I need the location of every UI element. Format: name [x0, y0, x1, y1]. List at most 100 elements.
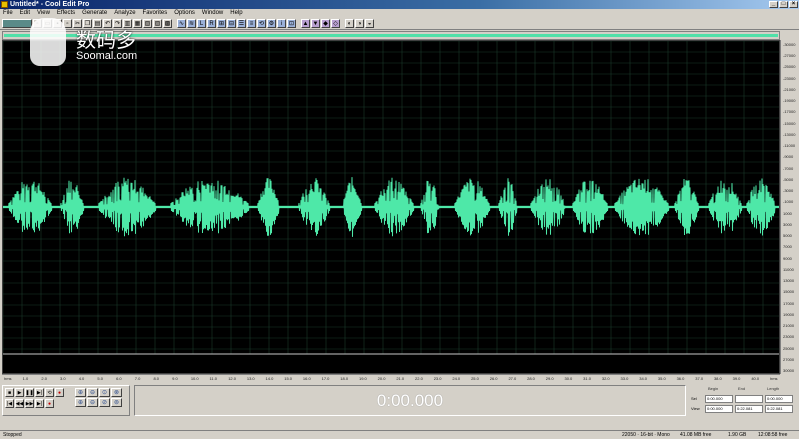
zoom-in-horizontal-icon[interactable]: ⊕ [75, 388, 86, 397]
minimize-button[interactable]: _ [769, 1, 778, 8]
normalize-icon[interactable]: ▼ [311, 19, 320, 28]
amplitude-label: -30000 [783, 42, 796, 47]
app-icon[interactable] [1, 1, 8, 8]
menu-edit[interactable]: Edit [20, 9, 30, 18]
record-icon[interactable]: ● [55, 388, 64, 397]
zoom-selection-icon[interactable]: ⊗ [111, 388, 122, 397]
selection-view-panel: Begin End Length Sel 0:00.000 0:00.000 V… [690, 385, 797, 416]
fast-forward-icon[interactable]: ▶▶ [25, 399, 34, 408]
go-to-start-icon[interactable]: |◀ [5, 399, 14, 408]
time-tick-label: 12.0 [228, 376, 236, 381]
menu-analyze[interactable]: Analyze [114, 9, 135, 18]
amplitude-label: 15000 [783, 289, 795, 295]
menu-file[interactable]: File [3, 9, 13, 18]
maximize-button[interactable]: □ [779, 1, 788, 8]
amplitude-label: 5000 [783, 233, 792, 239]
title-bar[interactable]: Untitled* - Cool Edit Pro _ □ × [0, 0, 799, 9]
zoom-right-icon[interactable]: ⊚ [111, 398, 122, 407]
settings-icon[interactable]: ⚙ [267, 19, 276, 28]
zoom-full-icon[interactable]: ⊙ [99, 388, 110, 397]
frequency-icon[interactable]: ⊡ [287, 19, 296, 28]
time-tick-label: 16.0 [302, 376, 311, 381]
channel-left-icon[interactable]: L [197, 19, 206, 28]
time-tick-label: 27.0 [508, 376, 517, 381]
view-length-field[interactable]: 0:22.081 [765, 405, 793, 413]
waveform-display[interactable] [2, 40, 780, 374]
amplitude-label: 11000 [783, 266, 794, 272]
time-tick-label: 17.0 [321, 376, 330, 381]
time-tick-label: 20.0 [377, 376, 386, 381]
zoom-in-vertical-icon[interactable]: ⊕ [75, 398, 86, 407]
amplitude-label: 1000 [783, 210, 792, 216]
view-end-field[interactable]: 0:22.081 [735, 405, 763, 413]
amplify-icon[interactable]: ▲ [301, 19, 310, 28]
end-header: End [738, 386, 746, 391]
stop-icon[interactable]: ■ [5, 388, 14, 397]
play-icon[interactable]: ▶ [15, 388, 24, 397]
waveform-canvas[interactable] [3, 41, 780, 374]
close-button[interactable]: × [789, 1, 798, 8]
time-tick-label: 9.0 [172, 376, 178, 381]
time-tick-label: 3.0 [60, 376, 66, 381]
amplitude-label: 7000 [783, 244, 792, 250]
time-display: 0:00.000 [134, 385, 686, 416]
menu-help[interactable]: Help [230, 9, 242, 18]
waveform-view-icon[interactable]: ∿ [177, 19, 186, 28]
amplitude-label: -11000 [783, 143, 796, 149]
tool-c-icon[interactable]: ◒ [365, 19, 374, 28]
pause-icon[interactable]: ❚❚ [25, 388, 34, 397]
fade-icon[interactable]: ◇ [331, 19, 340, 28]
menu-generate[interactable]: Generate [82, 9, 107, 18]
view-begin-field[interactable]: 0:00.000 [705, 405, 733, 413]
amplitude-label: -7000 [783, 165, 794, 171]
amplitude-label: -5000 [783, 176, 794, 182]
multitrack-toggle-button[interactable] [2, 19, 32, 28]
status-free-time: 12:08:58 free [758, 432, 788, 438]
marker-icon[interactable]: ⊟ [227, 19, 236, 28]
time-tick-label: 4.0 [78, 376, 85, 381]
zoom-left-icon[interactable]: ⊘ [99, 398, 110, 407]
menu-effects[interactable]: Effects [57, 9, 75, 18]
amplitude-ruler: -30000 -27000 -25000 -23000 -21000 -19000 -170… [780, 40, 799, 374]
time-tick-label: 36.0 [676, 376, 685, 381]
channel-right-icon[interactable]: R [207, 19, 216, 28]
zoom-out-horizontal-icon[interactable]: ⊖ [87, 388, 98, 397]
snap-icon[interactable]: ⊞ [217, 19, 226, 28]
amplitude-label: -13000 [783, 131, 796, 137]
sel-end-field[interactable] [735, 395, 763, 403]
zoom-out-vertical-icon[interactable]: ⊖ [87, 398, 98, 407]
time-tick-label: 19.0 [358, 376, 367, 381]
status-disk: 1.90 GB [728, 432, 747, 438]
tool-a-icon[interactable]: ◐ [345, 19, 354, 28]
loop-play-icon[interactable]: ⟲ [45, 388, 54, 397]
go-to-end-icon[interactable]: ▶| [35, 399, 44, 408]
envelope-icon[interactable]: ◆ [321, 19, 330, 28]
info-icon[interactable]: i [277, 19, 286, 28]
begin-header: Begin [708, 386, 719, 391]
playlist-icon[interactable]: ≡ [247, 19, 256, 28]
menu-favorites[interactable]: Favorites [143, 9, 168, 18]
amplitude-label: 9000 [783, 255, 792, 261]
time-tick-label: 11.0 [209, 376, 218, 381]
sel-length-field[interactable]: 0:00.000 [765, 395, 793, 403]
sel-begin-field[interactable]: 0:00.000 [705, 395, 733, 403]
rewind-icon[interactable]: ◀◀ [15, 399, 24, 408]
menu-window[interactable]: Window [202, 9, 223, 18]
sel-label: Sel [691, 396, 697, 401]
cue-list-icon[interactable]: ☰ [237, 19, 246, 28]
spectral-view-icon[interactable]: ≋ [187, 19, 196, 28]
time-tick-label: 38.0 [713, 376, 722, 381]
tool-b-icon[interactable]: ◑ [355, 19, 364, 28]
time-ruler[interactable]: hms 1.0 2.0 3.0 4.0 5.0 6.0 7.0 8.0 9.0 10.0 11.0 12… [2, 374, 780, 383]
menu-options[interactable]: Options [174, 9, 195, 18]
amplitude-label: -1000 [783, 199, 794, 205]
time-tick-label: hms [4, 376, 12, 381]
time-tick-label: 21.0 [396, 376, 405, 381]
loop-icon[interactable]: ⟲ [257, 19, 266, 28]
cool-edit-window: Untitled* - Cool Edit Pro _ □ × File Edi… [0, 0, 799, 439]
time-tick-label: 25.0 [471, 376, 479, 381]
time-tick-label: 35.0 [657, 376, 666, 381]
play-to-end-icon[interactable]: ▶| [35, 388, 44, 397]
menu-view[interactable]: View [37, 9, 50, 18]
record-alt-icon[interactable]: ● [45, 399, 54, 408]
